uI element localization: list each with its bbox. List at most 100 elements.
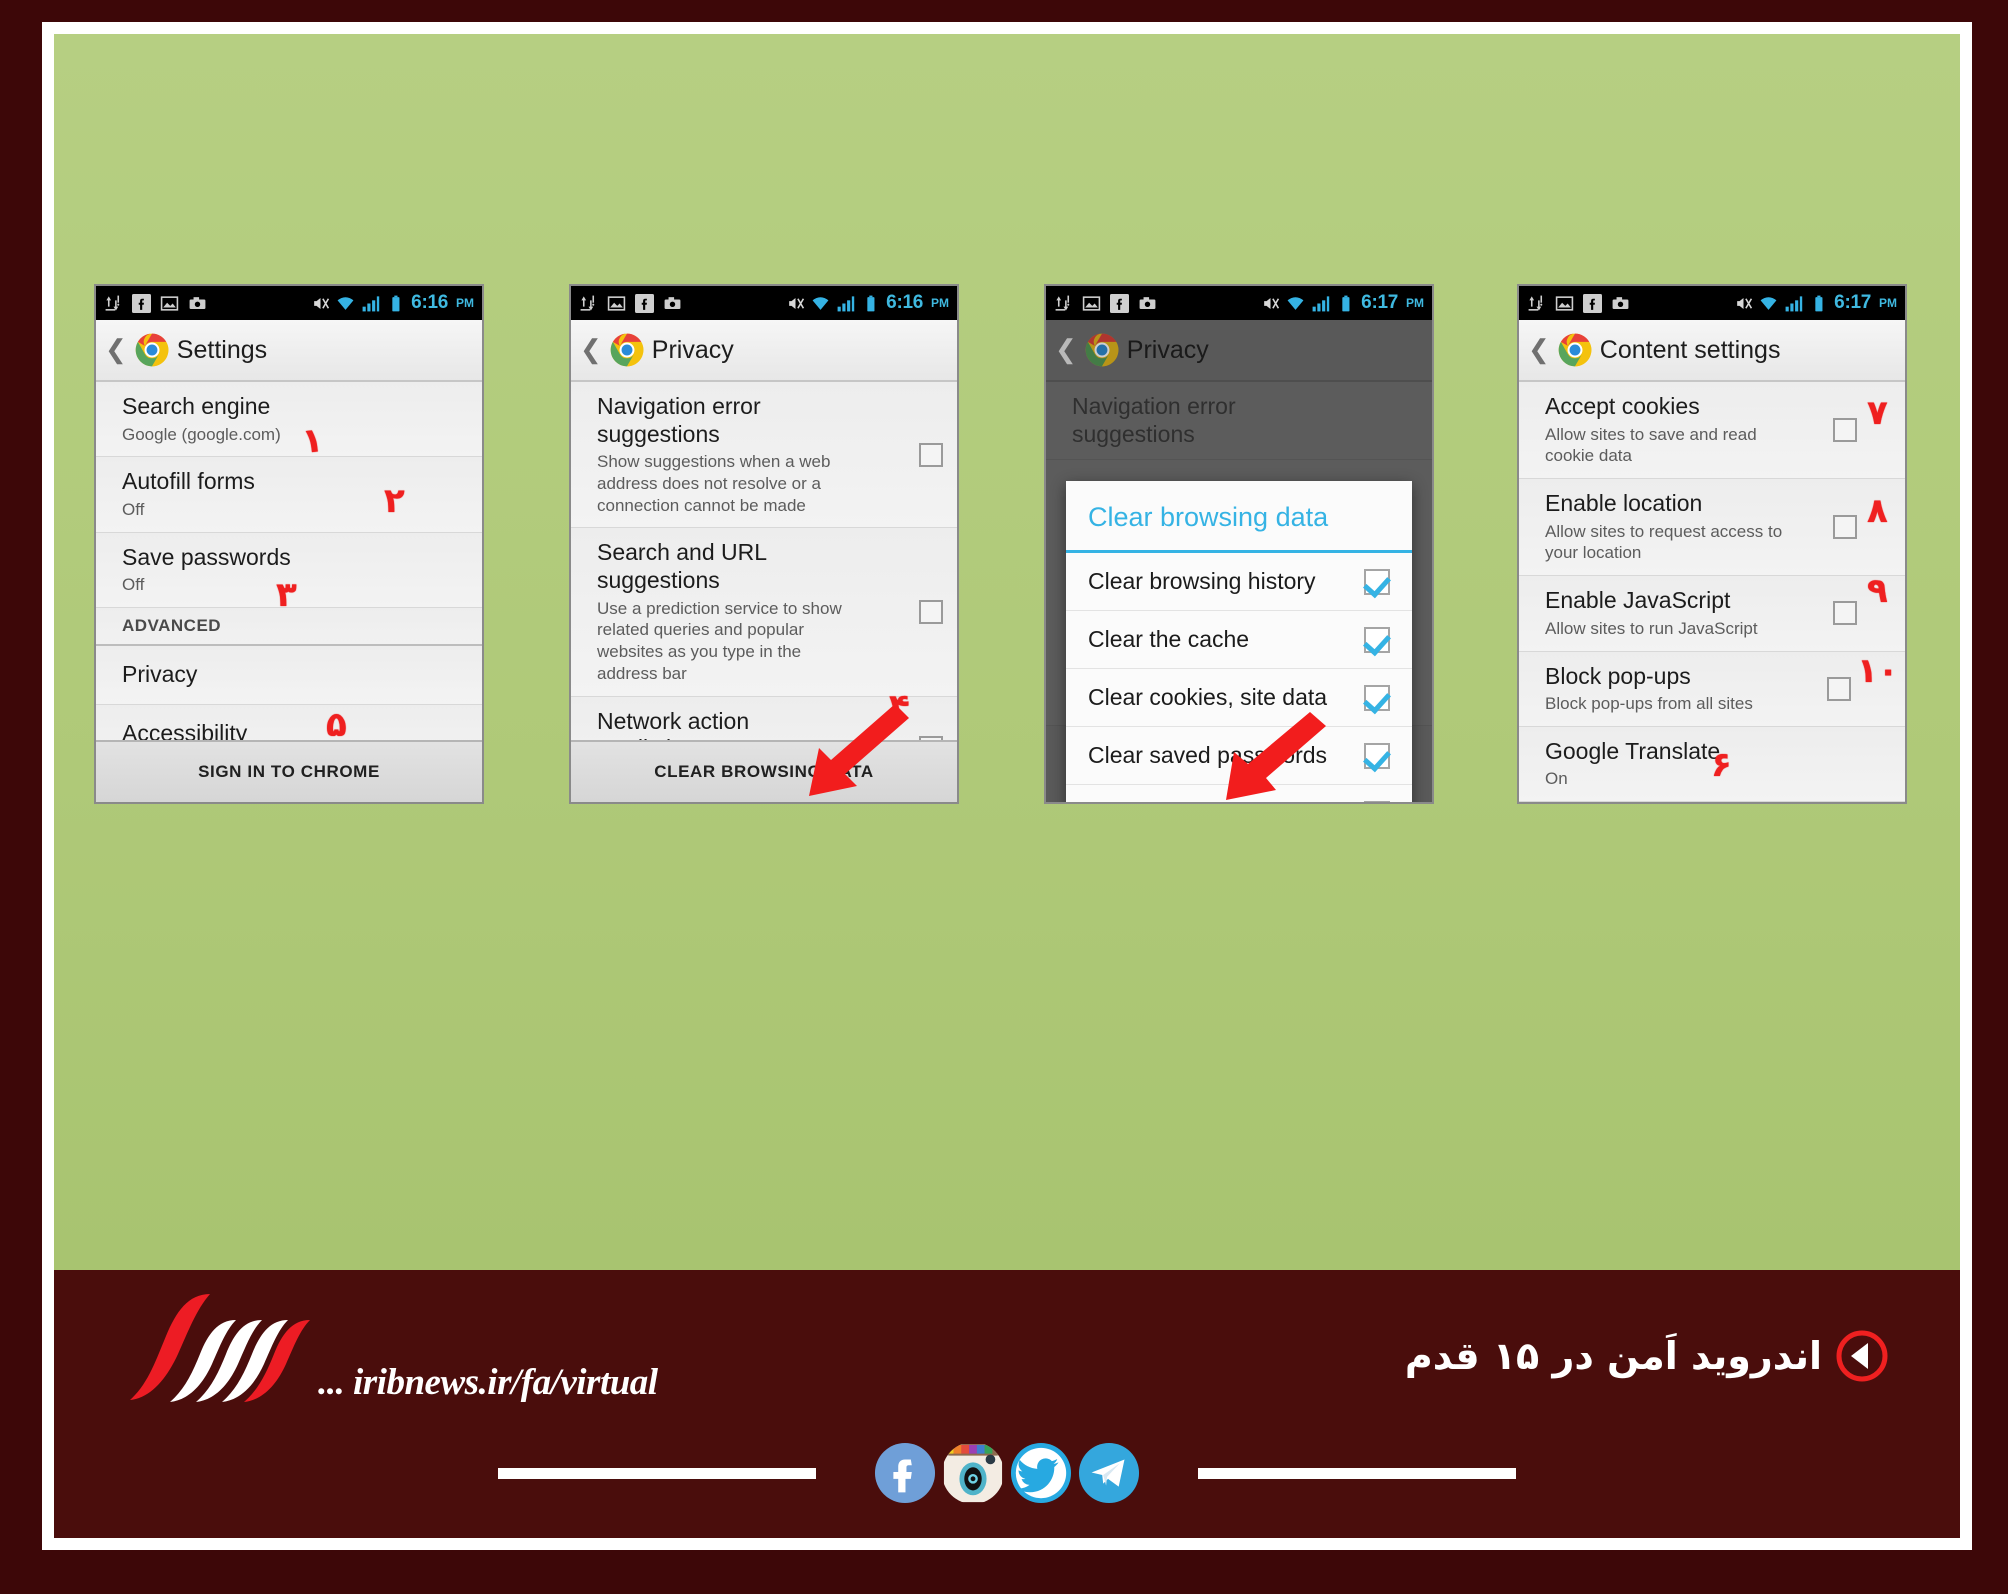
- back-chevron-icon[interactable]: ❮: [105, 337, 127, 363]
- sign-in-to-chrome-button[interactable]: SIGN IN TO CHROME: [96, 740, 482, 802]
- app-bar-title: Settings: [176, 335, 268, 364]
- list-item-website-settings[interactable]: Website settings Advanced settings for i…: [1519, 802, 1905, 804]
- twitter-icon[interactable]: [1010, 1442, 1072, 1504]
- row-subtitle: Allow sites to save and read cookie data: [1545, 424, 1757, 466]
- list-item-block-pop-ups[interactable]: Block pop-ups Block pop-ups from all sit…: [1519, 651, 1905, 727]
- row-subtitle: Allow sites to request access to your lo…: [1545, 521, 1783, 563]
- cellular-signal-icon: [1785, 295, 1803, 311]
- divider-right: [1198, 1467, 1516, 1479]
- step-marker-10: ۱۰: [1857, 651, 1899, 691]
- back-chevron-icon[interactable]: ❮: [1055, 337, 1077, 363]
- battery-icon: [1815, 295, 1823, 311]
- checkbox-search-and-url-suggestions[interactable]: [919, 600, 943, 625]
- mute-icon: [314, 297, 330, 309]
- list-item-accept-cookies[interactable]: Accept cookies Allow sites to save and r…: [1519, 382, 1905, 480]
- list-item-autofill-forms[interactable]: Autofill forms Off: [96, 457, 482, 533]
- dialog-item-clear-browsing-history[interactable]: Clear browsing history: [1066, 553, 1412, 611]
- checkbox-clear-saved-passwords[interactable]: [1364, 742, 1390, 769]
- gallery-image-icon: [1555, 295, 1574, 311]
- row-title: Enable JavaScript: [1545, 587, 1731, 614]
- gallery-image-icon: [1082, 295, 1101, 311]
- dialog-item-label: Clear browsing history: [1088, 568, 1316, 594]
- camera-icon: [189, 296, 206, 309]
- facebook-notification-icon: [1110, 293, 1129, 313]
- chrome-logo-icon: [1085, 333, 1119, 367]
- app-bar-title: Content settings: [1599, 335, 1781, 364]
- step-marker-5: ۵: [326, 705, 347, 745]
- battery-icon: [867, 295, 875, 311]
- usb-transfer-icon: [105, 295, 120, 311]
- status-bar: 6:17 PM: [1519, 286, 1905, 320]
- list-item-search-engine[interactable]: Search engine Google (google.com): [96, 382, 482, 458]
- row-title: Navigation error suggestions: [597, 393, 761, 447]
- step-marker-9: ۹: [1867, 571, 1888, 611]
- step-marker-3: ۳: [276, 575, 297, 615]
- play-back-badge-icon: [1836, 1330, 1888, 1382]
- status-bar-ampm: PM: [1406, 296, 1424, 310]
- facebook-notification-icon: [1583, 293, 1602, 313]
- phone-screenshot-privacy: 6:16 PM ❮ Privacy Navigation error sugge…: [569, 284, 959, 804]
- checkbox-enable-location[interactable]: [1833, 515, 1857, 540]
- telegram-icon[interactable]: [1078, 1442, 1140, 1504]
- camera-icon: [1139, 296, 1156, 309]
- list-item-enable-location[interactable]: Enable location Allow sites to request a…: [1519, 479, 1905, 577]
- facebook-notification-icon: [132, 293, 151, 313]
- list-item-enable-javascript[interactable]: Enable JavaScript Allow sites to run Jav…: [1519, 576, 1905, 652]
- back-chevron-icon[interactable]: ❮: [1528, 337, 1550, 363]
- social-links: [874, 1442, 1140, 1504]
- back-chevron-icon[interactable]: ❮: [580, 337, 602, 363]
- usb-transfer-icon: [1528, 295, 1543, 311]
- row-subtitle: Show suggestions when a web address does…: [597, 452, 831, 515]
- cellular-signal-icon: [837, 295, 855, 311]
- divider-left: [498, 1467, 816, 1479]
- checkbox-enable-javascript[interactable]: [1833, 601, 1857, 626]
- list-item-navigation-error-suggestions: Navigation error suggestions: [1046, 382, 1432, 461]
- app-bar-title: Privacy: [651, 335, 734, 364]
- status-bar-ampm: PM: [456, 296, 474, 310]
- facebook-icon[interactable]: [874, 1442, 936, 1504]
- battery-icon: [392, 295, 400, 311]
- content-settings-list: Accept cookies Allow sites to save and r…: [1519, 382, 1905, 804]
- step-marker-8: ۸: [1867, 491, 1888, 531]
- dialog-header: Clear browsing data: [1066, 481, 1412, 553]
- sign-in-to-chrome-label: SIGN IN TO CHROME: [198, 762, 380, 781]
- footer: ... iribnews.ir/fa/virtual اندروید اَمن …: [54, 1270, 1960, 1538]
- white-frame: 6:16 PM ❮ Settings Search engine Google …: [42, 22, 1972, 1550]
- instagram-icon[interactable]: [942, 1442, 1004, 1504]
- checkbox-accept-cookies[interactable]: [1833, 418, 1857, 443]
- gallery-image-icon: [607, 295, 626, 311]
- row-title: Block pop-ups: [1545, 662, 1691, 689]
- dialog-item-clear-the-cache[interactable]: Clear the cache: [1066, 611, 1412, 669]
- wifi-icon: [812, 296, 829, 310]
- list-item-navigation-error-suggestions[interactable]: Navigation error suggestions Show sugges…: [571, 382, 957, 529]
- checkbox-navigation-error-suggestions[interactable]: [919, 442, 943, 467]
- list-item-privacy[interactable]: Privacy: [96, 646, 482, 705]
- checkbox-clear-cookies-site-data[interactable]: [1364, 684, 1390, 711]
- checkbox-clear-browsing-history[interactable]: [1364, 568, 1390, 595]
- row-subtitle: Google (google.com): [122, 424, 281, 444]
- site-url[interactable]: ... iribnews.ir/fa/virtual: [318, 1361, 658, 1418]
- chrome-logo-icon: [135, 333, 169, 367]
- wifi-icon: [1760, 296, 1777, 310]
- cellular-signal-icon: [1312, 295, 1330, 311]
- step-marker-2: ۲: [384, 481, 405, 521]
- checkbox-clear-the-cache[interactable]: [1364, 626, 1390, 653]
- row-subtitle: Off: [122, 499, 145, 519]
- row-title: Navigation error suggestions: [1072, 393, 1236, 447]
- app-bar: ❮ Content settings: [1519, 320, 1905, 382]
- status-bar: 6:16 PM: [96, 286, 482, 320]
- arrow-to-clear-button: [1226, 712, 1326, 800]
- list-item-search-and-url-suggestions[interactable]: Search and URL suggestions Use a predict…: [571, 528, 957, 697]
- phone-screenshot-clear-browsing-dialog: 6:17 PM ❮ Privacy Navigation error sugge…: [1044, 284, 1434, 804]
- footer-headline: اندروید اَمن در ۱۵ قدم: [1404, 1334, 1822, 1378]
- mute-icon: [789, 297, 805, 309]
- app-bar: ❮ Privacy: [571, 320, 957, 382]
- camera-icon: [1612, 296, 1629, 309]
- app-bar: ❮ Privacy: [1046, 320, 1432, 382]
- cellular-signal-icon: [362, 295, 380, 311]
- row-title: Privacy: [122, 661, 198, 688]
- row-title: Enable location: [1545, 490, 1703, 517]
- wifi-icon: [1287, 296, 1304, 310]
- checkbox-block-pop-ups[interactable]: [1827, 676, 1851, 701]
- footer-headline-group: اندروید اَمن در ۱۵ قدم: [1405, 1330, 1888, 1382]
